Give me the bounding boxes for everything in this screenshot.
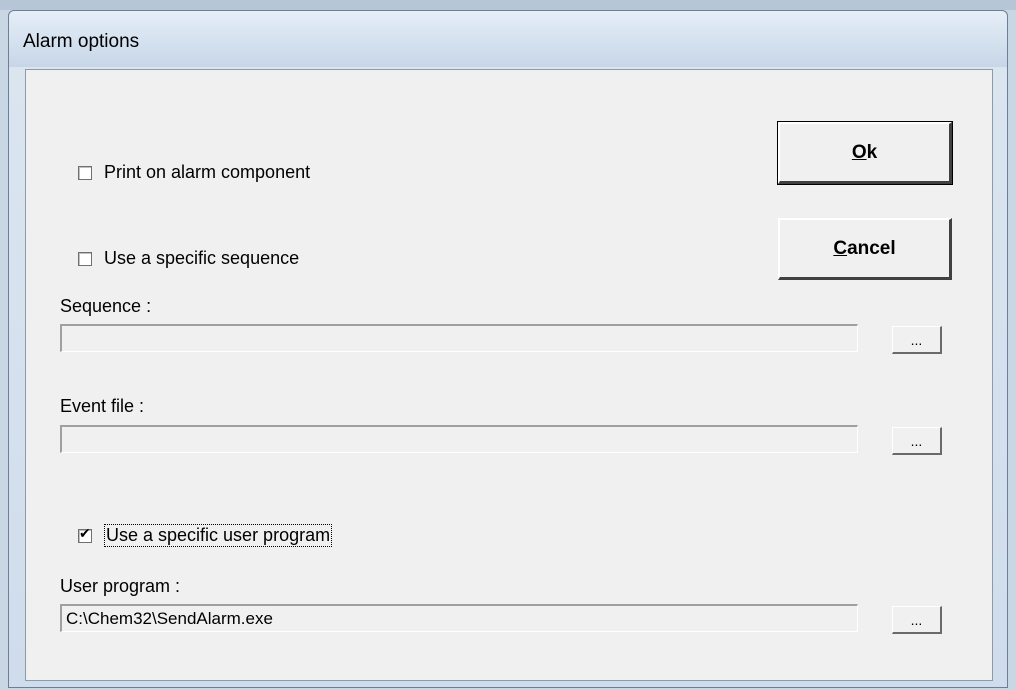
event-file-browse-button[interactable]: ... <box>892 427 942 455</box>
ok-mnemonic: O <box>851 141 867 163</box>
use-user-program-checkbox-box[interactable] <box>78 526 92 543</box>
use-user-program-checkbox[interactable]: Use a specific user program <box>78 524 333 547</box>
use-sequence-label: Use a specific sequence <box>104 248 300 268</box>
print-on-alarm-checkbox-box[interactable] <box>78 165 92 180</box>
user-program-field[interactable]: C:\Chem32\SendAlarm.exe <box>60 604 858 632</box>
ok-button[interactable]: Ok <box>777 121 953 185</box>
window-title: Alarm options <box>23 31 140 52</box>
print-on-alarm-checkbox[interactable]: Print on alarm component <box>78 162 310 183</box>
alarm-options-dialog: Alarm options Print on alarm component U… <box>8 10 1008 688</box>
user-program-label: User program : <box>60 576 181 596</box>
user-program-browse-button[interactable]: ... <box>892 606 942 634</box>
sequence-field[interactable] <box>60 324 858 352</box>
cancel-button[interactable]: Cancel <box>778 218 952 280</box>
sequence-label: Sequence : <box>60 296 152 316</box>
use-sequence-checkbox[interactable]: Use a specific sequence <box>78 248 299 269</box>
ok-label-rest: k <box>866 141 878 163</box>
event-file-label: Event file : <box>60 396 145 416</box>
cancel-mnemonic: C <box>833 237 848 259</box>
event-file-field[interactable] <box>60 425 858 453</box>
dialog-client-area: Print on alarm component Use a specific … <box>25 69 993 681</box>
sequence-browse-button[interactable]: ... <box>892 326 942 354</box>
use-sequence-checkbox-box[interactable] <box>78 251 92 266</box>
cancel-label-rest: ancel <box>847 237 896 259</box>
use-user-program-label: Use a specific user program <box>104 524 333 547</box>
title-bar[interactable]: Alarm options <box>9 11 1007 67</box>
print-on-alarm-label: Print on alarm component <box>104 162 311 182</box>
desktop-background <box>0 0 1016 10</box>
